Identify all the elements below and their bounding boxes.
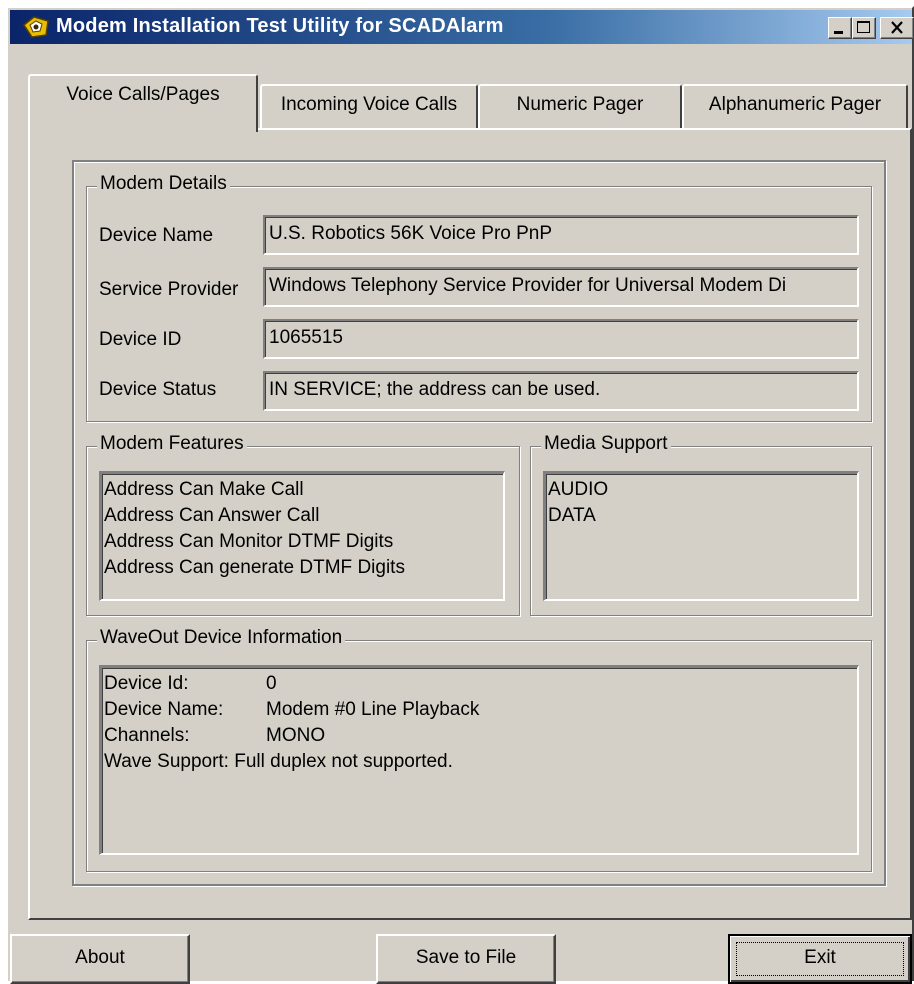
- tab-numeric-pager[interactable]: Numeric Pager: [478, 84, 682, 128]
- list-item: Channels: MONO: [104, 723, 855, 749]
- tab-label: Incoming Voice Calls: [280, 94, 458, 115]
- tab-alphanumeric-pager[interactable]: Alphanumeric Pager: [682, 84, 908, 128]
- wave-key: Device Id:: [104, 673, 189, 694]
- save-to-file-button[interactable]: Save to File: [376, 934, 556, 984]
- waveout-group: WaveOut Device Information Device Id: 0 D…: [86, 627, 872, 872]
- minimize-icon: [834, 31, 843, 34]
- maximize-icon: [857, 21, 870, 33]
- device-name-label: Device Name: [99, 225, 214, 246]
- list-item: Device Id: 0: [104, 671, 855, 697]
- device-name-field[interactable]: U.S. Robotics 56K Voice Pro PnP: [263, 215, 859, 255]
- wave-value: MONO: [266, 725, 326, 746]
- exit-button-label: Exit: [804, 947, 836, 968]
- about-button[interactable]: About: [10, 934, 190, 984]
- list-item[interactable]: Address Can Make Call: [104, 477, 501, 503]
- device-status-label: Device Status: [99, 379, 217, 400]
- wave-key: Wave Support:: [104, 751, 229, 772]
- tab-label: Voice Calls/Pages: [66, 84, 220, 105]
- list-item[interactable]: Address Can Answer Call: [104, 503, 501, 529]
- content-frame: Modem Details Device Name U.S. Robotics …: [72, 160, 886, 886]
- close-button[interactable]: [880, 17, 914, 39]
- waveout-info-list[interactable]: Device Id: 0 Device Name: Modem #0 Line Pl…: [99, 665, 859, 855]
- wave-key: Device Name:: [104, 699, 224, 720]
- modem-details-group: Modem Details Device Name U.S. Robotics …: [86, 173, 872, 422]
- media-support-legend: Media Support: [541, 433, 671, 455]
- wave-key: Channels:: [104, 725, 190, 746]
- maximize-button[interactable]: [852, 17, 876, 39]
- title-bar[interactable]: Modem Installation Test Utility for SCAD…: [10, 10, 914, 44]
- service-provider-field[interactable]: Windows Telephony Service Provider for U…: [263, 267, 859, 307]
- waveout-legend: WaveOut Device Information: [97, 627, 346, 649]
- about-button-label: About: [75, 947, 125, 968]
- device-id-label: Device ID: [99, 329, 182, 350]
- app-window: Modem Installation Test Utility for SCAD…: [6, 6, 914, 984]
- app-icon: [22, 15, 50, 39]
- modem-features-legend: Modem Features: [97, 433, 247, 455]
- media-support-list[interactable]: AUDIO DATA: [543, 471, 859, 601]
- window-title: Modem Installation Test Utility for SCAD…: [56, 15, 504, 37]
- media-support-group: Media Support AUDIO DATA: [530, 433, 872, 616]
- wave-value: Modem #0 Line Playback: [266, 699, 480, 720]
- modem-details-legend: Modem Details: [97, 173, 230, 195]
- exit-button[interactable]: Exit: [728, 934, 912, 984]
- device-id-field[interactable]: 1065515: [263, 319, 859, 359]
- list-item: Wave Support: Full duplex not supported.: [104, 749, 855, 775]
- modem-features-list[interactable]: Address Can Make Call Address Can Answer…: [99, 471, 505, 601]
- list-item[interactable]: AUDIO: [548, 477, 855, 503]
- service-provider-label: Service Provider: [99, 279, 239, 300]
- list-item: Device Name: Modem #0 Line Playback: [104, 697, 855, 723]
- device-status-field[interactable]: IN SERVICE; the address can be used.: [263, 371, 859, 411]
- tab-incoming-voice-calls[interactable]: Incoming Voice Calls: [260, 84, 478, 128]
- save-button-label: Save to File: [415, 947, 517, 968]
- modem-features-group: Modem Features Address Can Make Call Add…: [86, 433, 520, 616]
- tab-voice-calls-pages[interactable]: Voice Calls/Pages: [28, 74, 258, 132]
- minimize-button[interactable]: [828, 17, 852, 39]
- tab-label: Alphanumeric Pager: [708, 94, 882, 115]
- list-item[interactable]: Address Can Monitor DTMF Digits: [104, 529, 501, 555]
- list-item[interactable]: Address Can generate DTMF Digits: [104, 555, 501, 581]
- tab-label: Numeric Pager: [516, 94, 644, 115]
- list-item[interactable]: DATA: [548, 503, 855, 529]
- wave-value: 0: [266, 673, 277, 694]
- close-icon: [891, 21, 903, 34]
- tab-panel: Modem Details Device Name U.S. Robotics …: [28, 128, 912, 920]
- wave-value: Full duplex not supported.: [234, 751, 453, 772]
